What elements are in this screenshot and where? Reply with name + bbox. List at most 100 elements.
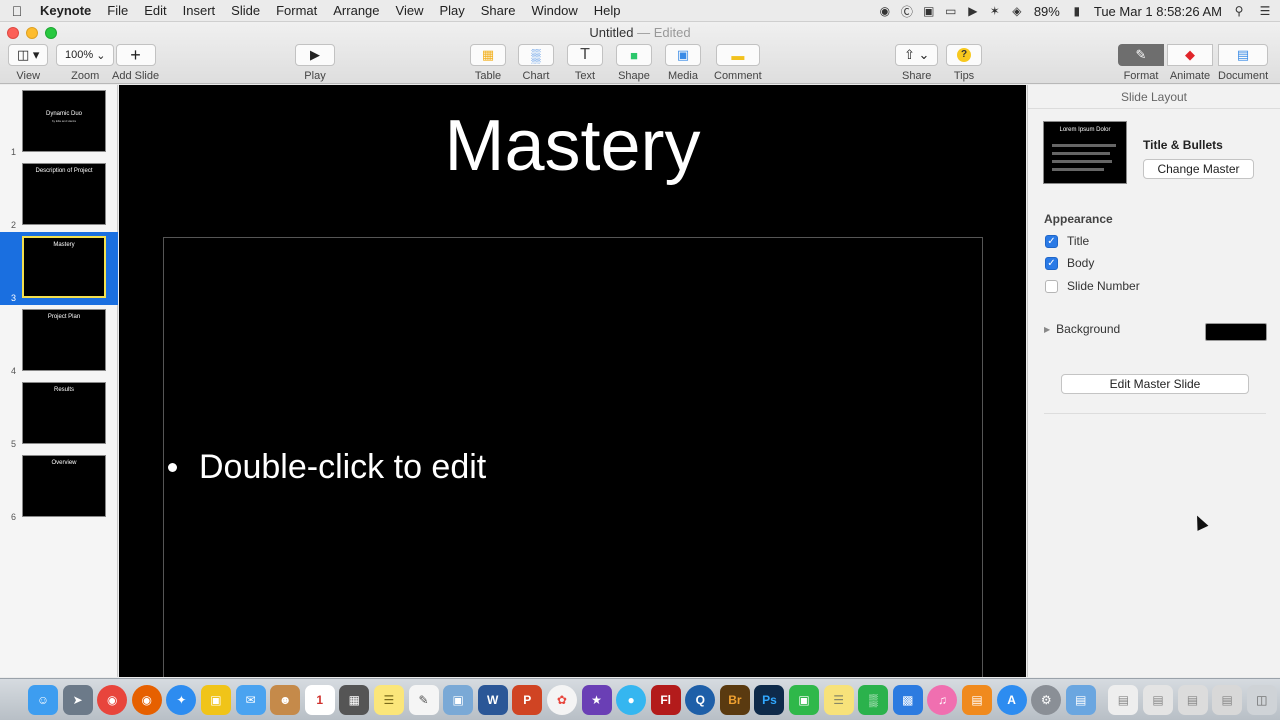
appstore-icon[interactable]: A (996, 684, 1027, 715)
inspector-title: Slide Layout (1120, 89, 1188, 104)
slide-thumbnail-5[interactable]: 5 Results (0, 378, 118, 451)
table-button[interactable]: ▦ Table (470, 44, 506, 82)
stickies-icon[interactable]: ☰ (823, 684, 854, 715)
display-icon[interactable]: ▣ (918, 4, 940, 18)
imovie-icon[interactable]: ★ (581, 684, 612, 715)
photoshop-icon[interactable]: Ps (754, 684, 785, 715)
calendar-icon[interactable]: 1 (304, 684, 335, 715)
trash-icon[interactable]: ◫ (1246, 684, 1277, 715)
quicktime-icon[interactable]: Q (685, 684, 716, 715)
wifi-icon[interactable]: ◈ (1006, 4, 1028, 18)
shape-button[interactable]: ■ Shape (616, 44, 652, 82)
notes-icon[interactable]: ☰ (373, 684, 404, 715)
slide-thumbnail-1[interactable]: 1 Dynamic Duo by Ella and Hanks (0, 86, 118, 159)
menu-view[interactable]: View (388, 3, 432, 18)
photos-icon[interactable]: ✿ (546, 684, 577, 715)
flash-icon[interactable]: Fl (650, 684, 681, 715)
contacts-icon[interactable]: ☻ (270, 684, 301, 715)
change-master-button[interactable]: Change Master (1143, 159, 1254, 179)
slide-thumbnail-4[interactable]: 4 Project Plan (0, 305, 118, 378)
zoom-select[interactable]: 100% ⌄ (56, 44, 115, 66)
document-button[interactable]: ▤ Document (1218, 44, 1268, 82)
slide-thumbnail-2[interactable]: 2 Description of Project (0, 159, 118, 232)
background-color-well[interactable] (1205, 323, 1267, 341)
add-slide-button[interactable]: + Add Slide (112, 44, 159, 82)
volume-icon[interactable]: ▶ (962, 4, 984, 18)
slide-number-option[interactable]: Slide Number (1045, 279, 1140, 293)
format-button[interactable]: ✎ Format (1118, 44, 1164, 82)
bullet-item[interactable]: Double-click to edit (168, 448, 486, 487)
system-preferences-icon[interactable]: ⚙ (1031, 684, 1062, 715)
menu-play[interactable]: Play (431, 3, 472, 18)
chrome-icon[interactable]: ◉ (97, 684, 128, 715)
numbers-icon[interactable]: ▒ (858, 684, 889, 715)
menu-share[interactable]: Share (473, 3, 524, 18)
mail-icon[interactable]: ✉ (235, 684, 266, 715)
battery-percent[interactable]: 89% (1028, 4, 1066, 19)
slide-number-checkbox[interactable] (1045, 279, 1058, 293)
menu-format[interactable]: Format (268, 3, 325, 18)
textedit-icon[interactable]: ✎ (408, 684, 439, 715)
chart-button[interactable]: ▒ Chart (518, 44, 554, 82)
notification-center-icon[interactable]: ☰ (1250, 4, 1280, 18)
menu-file[interactable]: File (99, 3, 136, 18)
animate-button[interactable]: ◆ Animate (1167, 44, 1213, 82)
clock[interactable]: Tue Mar 1 8:58:26 AM (1088, 4, 1228, 19)
menu-window[interactable]: Window (523, 3, 585, 18)
title-checkbox[interactable]: ✓ (1045, 234, 1058, 248)
folder-icon[interactable]: ▤ (1065, 684, 1096, 715)
comment-button[interactable]: ▬ Comment (714, 44, 762, 82)
menu-app-name[interactable]: Keynote (34, 3, 99, 18)
word-icon[interactable]: W (477, 684, 508, 715)
powerpoint-icon[interactable]: P (512, 684, 543, 715)
slide-thumbnail-6[interactable]: 6 Overview (0, 451, 118, 524)
zoom-button[interactable]: 100% ⌄ Zoom (56, 44, 115, 82)
calculator-icon[interactable]: ▦ (339, 684, 370, 715)
document-icon[interactable]: ▤ (1108, 684, 1139, 715)
record-icon[interactable]: ◉ (874, 4, 896, 18)
facetime-icon[interactable]: ▣ (789, 684, 820, 715)
menu-edit[interactable]: Edit (136, 3, 174, 18)
bridge-icon[interactable]: Br (719, 684, 750, 715)
skype-icon[interactable]: Ⓒ (896, 3, 918, 20)
keynote-icon[interactable]: ▩ (892, 684, 923, 715)
finder-icon[interactable]: ☺ (28, 684, 58, 715)
folder-icon[interactable]: ▤ (1212, 684, 1243, 715)
tips-button[interactable]: ? Tips (946, 44, 982, 82)
preview-icon[interactable]: ▣ (443, 684, 474, 715)
title-option[interactable]: ✓ Title (1045, 234, 1089, 248)
edit-master-slide-button[interactable]: Edit Master Slide (1061, 374, 1249, 394)
airplay-icon[interactable]: ▭ (940, 4, 962, 18)
slide-canvas[interactable]: Mastery Double-click to edit (119, 85, 1026, 677)
firefox-icon[interactable]: ◉ (131, 684, 162, 715)
safari-icon[interactable]: ✦ (166, 684, 197, 715)
slide-layout-thumbnail[interactable]: Lorem Ipsum Dolor (1043, 121, 1127, 184)
battery-icon[interactable]: ▮ (1066, 4, 1088, 18)
text-button[interactable]: T Text (567, 44, 603, 82)
preview-icon[interactable]: ▣ (200, 684, 231, 715)
messages-icon[interactable]: ● (616, 684, 647, 715)
title-separator: — (637, 25, 651, 40)
apple-menu-icon[interactable]:  (0, 3, 34, 19)
ibooks-icon[interactable]: ▤ (962, 684, 993, 715)
media-button[interactable]: ▣ Media (665, 44, 701, 82)
disclosure-triangle-icon[interactable]: ▶ (1044, 325, 1050, 334)
folder-icon[interactable]: ▤ (1177, 684, 1208, 715)
body-option[interactable]: ✓ Body (1045, 256, 1094, 270)
slide-title[interactable]: Mastery (119, 105, 1026, 187)
slide-thumbnail-3[interactable]: 3 Mastery (0, 232, 118, 305)
menu-slide[interactable]: Slide (223, 3, 268, 18)
spotlight-icon[interactable]: ⚲ (1228, 4, 1250, 18)
launchpad-icon[interactable]: ➤ (62, 684, 93, 715)
bluetooth-icon[interactable]: ✶ (984, 4, 1006, 18)
play-button[interactable]: ▶ Play (295, 44, 335, 82)
menu-arrange[interactable]: Arrange (325, 3, 387, 18)
view-button[interactable]: ◫ ▾ View (8, 44, 49, 82)
document-icon[interactable]: ▤ (1143, 684, 1173, 715)
share-button[interactable]: ⇧ ⌄ Share (895, 44, 939, 82)
body-text-placeholder[interactable]: Double-click to edit (163, 237, 983, 677)
menu-help[interactable]: Help (586, 3, 629, 18)
body-checkbox[interactable]: ✓ (1045, 256, 1058, 270)
menu-insert[interactable]: Insert (175, 3, 224, 18)
itunes-icon[interactable]: ♫ (927, 684, 958, 715)
